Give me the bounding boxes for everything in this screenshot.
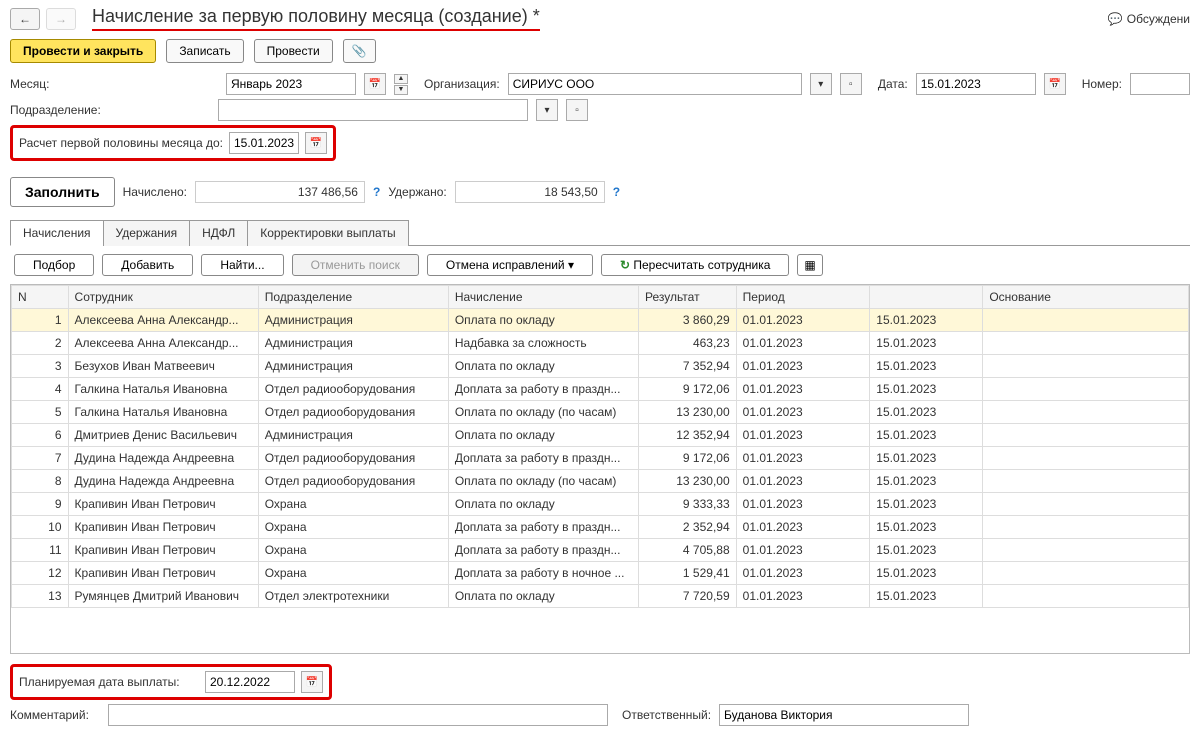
calc-until-label: Расчет первой половины месяца до: [19,136,223,150]
withheld-value: 18 543,50 [455,181,605,203]
responsible-label: Ответственный: [622,708,711,722]
table-row[interactable]: 4Галкина Наталья ИвановнаОтдел радиообор… [12,378,1189,401]
add-button[interactable]: Добавить [102,254,193,276]
open-icon[interactable]: ▫ [566,99,588,121]
dropdown-icon[interactable]: ▾ [810,73,832,95]
page-title: Начисление за первую половину месяца (со… [92,6,540,31]
col-accrual[interactable]: Начисление [448,286,638,309]
number-field[interactable] [1130,73,1190,95]
col-basis[interactable]: Основание [983,286,1189,309]
calendar-icon[interactable]: 📅 [364,73,386,95]
help-icon[interactable]: ? [613,185,620,199]
table-row[interactable]: 12Крапивин Иван ПетровичОхранаДоплата за… [12,562,1189,585]
withheld-label: Удержано: [388,185,446,199]
select-button[interactable]: Подбор [14,254,94,276]
planned-date-label: Планируемая дата выплаты: [19,675,199,689]
month-spinner[interactable]: ▲▼ [394,74,408,95]
accrued-value: 137 486,56 [195,181,365,203]
open-icon[interactable]: ▫ [840,73,862,95]
fill-button[interactable]: Заполнить [10,177,115,207]
cancel-search-button: Отменить поиск [292,254,419,276]
table-row[interactable]: 13Румянцев Дмитрий ИвановичОтдел электро… [12,585,1189,608]
post-and-close-button[interactable]: Провести и закрыть [10,39,156,63]
table-row[interactable]: 8Дудина Надежда АндреевнаОтдел радиообор… [12,470,1189,493]
calendar-icon[interactable]: 📅 [305,132,327,154]
table-row[interactable]: 3Безухов Иван МатвеевичАдминистрацияОпла… [12,355,1189,378]
division-label: Подразделение: [10,103,210,117]
settings-icon[interactable]: ▦ [797,254,822,276]
planned-date-field[interactable] [205,671,295,693]
date-label: Дата: [878,77,908,91]
table-row[interactable]: 5Галкина Наталья ИвановнаОтдел радиообор… [12,401,1189,424]
planned-date-highlight: Планируемая дата выплаты: 📅 [10,664,332,700]
col-result[interactable]: Результат [639,286,737,309]
dropdown-icon[interactable]: ▾ [536,99,558,121]
post-button[interactable]: Провести [254,39,333,63]
comment-label: Комментарий: [10,708,100,722]
division-field[interactable] [218,99,528,121]
tab-3[interactable]: Корректировки выплаты [247,220,408,246]
tab-0[interactable]: Начисления [10,220,104,246]
calc-until-highlight: Расчет первой половины месяца до: 📅 [10,125,336,161]
forward-button[interactable]: → [46,8,76,30]
month-field[interactable] [226,73,356,95]
number-label: Номер: [1082,77,1122,91]
tab-2[interactable]: НДФЛ [189,220,248,246]
table-row[interactable]: 1Алексеева Анна Александр...Администраци… [12,309,1189,332]
table-row[interactable]: 11Крапивин Иван ПетровичОхранаДоплата за… [12,539,1189,562]
tab-1[interactable]: Удержания [103,220,191,246]
org-label: Организация: [424,77,500,91]
refresh-icon: ↻ [620,258,630,272]
table-row[interactable]: 7Дудина Надежда АндреевнаОтдел радиообор… [12,447,1189,470]
accruals-table: N Сотрудник Подразделение Начисление Рез… [11,285,1189,608]
speech-icon: 💬 [1108,12,1123,26]
discuss-link[interactable]: 💬 Обсуждени [1108,12,1190,26]
col-period-end[interactable] [870,286,983,309]
col-n[interactable]: N [12,286,69,309]
recalc-button[interactable]: ↻ Пересчитать сотрудника [601,254,789,276]
org-field[interactable] [508,73,802,95]
calendar-icon[interactable]: 📅 [301,671,323,693]
back-button[interactable]: ← [10,8,40,30]
table-row[interactable]: 10Крапивин Иван ПетровичОхранаДоплата за… [12,516,1189,539]
help-icon[interactable]: ? [373,185,380,199]
calc-until-field[interactable] [229,132,299,154]
accrued-label: Начислено: [123,185,187,199]
attach-button[interactable]: 📎 [343,39,376,63]
date-field[interactable] [916,73,1036,95]
save-button[interactable]: Записать [166,39,243,63]
col-period[interactable]: Период [736,286,870,309]
month-label: Месяц: [10,77,100,91]
table-row[interactable]: 6Дмитриев Денис ВасильевичАдминистрацияО… [12,424,1189,447]
table-row[interactable]: 9Крапивин Иван ПетровичОхранаОплата по о… [12,493,1189,516]
calendar-icon[interactable]: 📅 [1044,73,1066,95]
col-division[interactable]: Подразделение [258,286,448,309]
col-employee[interactable]: Сотрудник [68,286,258,309]
cancel-fix-button[interactable]: Отмена исправлений ▾ [427,254,593,276]
table-row[interactable]: 2Алексеева Анна Александр...Администраци… [12,332,1189,355]
find-button[interactable]: Найти... [201,254,283,276]
